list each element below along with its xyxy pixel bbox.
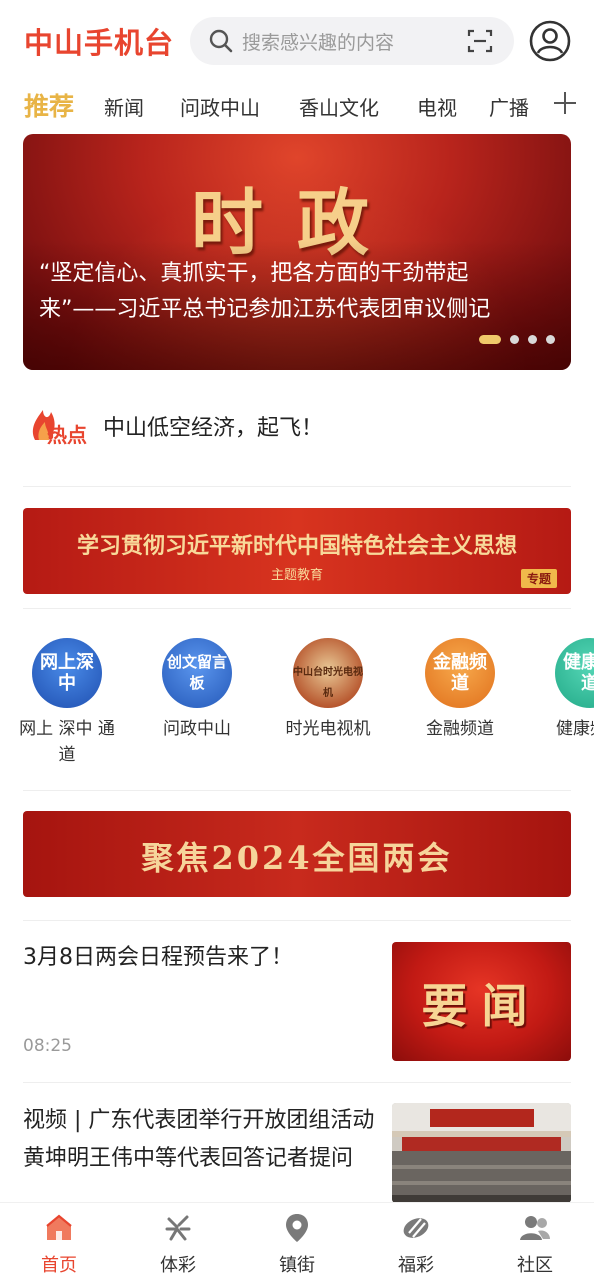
- nav-town-street[interactable]: 镇街: [247, 1211, 347, 1277]
- tab-radio[interactable]: 广播: [489, 92, 529, 121]
- retro-tv-icon: 中山台时光电视机: [293, 638, 363, 708]
- nav-label: 福彩: [398, 1255, 434, 1276]
- study-banner-title: 学习贯彻习近平新时代中国特色社会主义思想: [76, 533, 517, 559]
- news-thumbnail: 要闻: [392, 942, 571, 1061]
- carousel-dot: [510, 335, 519, 344]
- nav-sports-lottery[interactable]: 体彩: [128, 1211, 228, 1277]
- divider: [23, 790, 571, 791]
- carousel-indicator: [479, 335, 555, 344]
- channel-icon-text: 网上深中: [40, 652, 94, 694]
- tab-xiangshan-culture[interactable]: 香山文化: [299, 92, 379, 121]
- divider: [23, 1082, 571, 1083]
- add-tab-icon[interactable]: [552, 88, 578, 118]
- nav-home[interactable]: 首页: [9, 1211, 109, 1277]
- news-title: 3月8日两会日程预告来了！: [23, 945, 293, 970]
- app-title: 中山手机台: [24, 26, 175, 60]
- meeting-photo-thumbnail: [392, 1103, 571, 1203]
- nav-community[interactable]: 社区: [485, 1211, 585, 1277]
- news-title: 视频 | 广东代表团举行开放团组活动 黄坤明王伟中等代表回答记者提问: [23, 1108, 375, 1171]
- search-placeholder: 搜索感兴趣的内容: [242, 31, 395, 54]
- community-icon: [520, 1216, 550, 1240]
- nav-label: 体彩: [160, 1255, 196, 1276]
- study-theme-banner[interactable]: 学习贯彻习近平新时代中国特色社会主义思想 主题教育 专题: [23, 508, 571, 594]
- user-icon[interactable]: [529, 20, 571, 62]
- hero-banner[interactable]: 时政 “坚定信心、真抓实干，把各方面的干劲带起来”——习近平总书记参加江苏代表团…: [23, 134, 571, 370]
- sports-lottery-icon: [165, 1215, 191, 1241]
- finance-icon: 金融频道: [425, 638, 495, 708]
- hot-badge-label: 热点: [47, 423, 87, 447]
- search-icon: [209, 29, 233, 53]
- carousel-dot: [546, 335, 555, 344]
- tab-tv[interactable]: 电视: [417, 92, 457, 121]
- divider: [23, 608, 571, 609]
- home-icon: [46, 1214, 72, 1240]
- channel-wenzheng[interactable]: 创文留言板 问政中山: [142, 632, 252, 742]
- message-board-icon: 创文留言板: [162, 638, 232, 708]
- channel-label: 金融频道: [426, 719, 494, 739]
- health-icon: 健康频道: [555, 638, 594, 708]
- tab-wenzheng[interactable]: 问政中山: [180, 92, 260, 121]
- news-item[interactable]: 视频 | 广东代表团举行开放团组活动 黄坤明王伟中等代表回答记者提问: [23, 1102, 571, 1203]
- nav-welfare-lottery[interactable]: 福彩: [366, 1211, 466, 1277]
- channel-label: 时光电视机: [285, 719, 371, 739]
- category-tabs: 推荐 新闻 问政中山 香山文化 电视 广播: [0, 84, 594, 128]
- channel-time-tv[interactable]: 中山台时光电视机 时光电视机: [273, 632, 383, 742]
- news-item[interactable]: 3月8日两会日程预告来了！ 08:25 要闻: [23, 940, 571, 1062]
- news-time: 08:25: [23, 1036, 72, 1056]
- tab-news[interactable]: 新闻: [104, 92, 144, 121]
- search-bar[interactable]: 搜索感兴趣的内容: [190, 17, 514, 65]
- two-sessions-title: 聚焦2024全国两会: [141, 839, 453, 877]
- hot-news-title: 中山低空经济，起飞！: [103, 416, 324, 441]
- location-pin-icon: [286, 1214, 308, 1242]
- divider: [23, 920, 571, 921]
- wangshang-shenzhong-icon: 网上深中: [32, 638, 102, 708]
- study-banner-subtitle: 主题教育: [270, 568, 323, 583]
- channel-health[interactable]: 健康频道 健康频: [535, 632, 594, 742]
- channel-label: 网上 深中 通道: [19, 719, 115, 765]
- channel-finance[interactable]: 金融频道 金融频道: [405, 632, 515, 742]
- two-sessions-banner[interactable]: 聚焦2024全国两会: [23, 811, 571, 897]
- hot-badge-icon: 热点: [32, 410, 87, 447]
- scan-icon[interactable]: [466, 27, 494, 55]
- channel-label: 问政中山: [163, 719, 231, 739]
- channel-icon-text: 健康频道: [563, 652, 594, 694]
- channel-icon-text: 创文留言板: [166, 653, 227, 692]
- nav-label: 镇街: [279, 1255, 315, 1276]
- special-topic-tag: 专题: [520, 569, 557, 588]
- welfare-lottery-icon: [403, 1218, 429, 1238]
- nav-label: 社区: [517, 1255, 553, 1276]
- channel-wangshang-shenzhong[interactable]: 网上深中 网上 深中 通道: [12, 632, 122, 768]
- header: 中山手机台 搜索感兴趣的内容: [0, 0, 594, 82]
- channel-shortcuts: 网上深中 网上 深中 通道 创文留言板 问政中山 中山台时光电视机 时光电视机 …: [0, 632, 594, 782]
- channel-icon-text: 金融频道: [433, 652, 487, 694]
- thumbnail-text: 要闻: [421, 979, 542, 1033]
- hero-caption: “坚定信心、真抓实干，把各方面的干劲带起来”——习近平总书记参加江苏代表团审议侧…: [39, 261, 491, 322]
- divider: [23, 486, 571, 487]
- nav-label: 首页: [41, 1255, 77, 1276]
- channel-icon-text: 中山台时光电视机: [293, 667, 363, 699]
- tab-recommend[interactable]: 推荐: [24, 87, 74, 123]
- carousel-dot: [528, 335, 537, 344]
- hot-news-item[interactable]: 热点 中山低空经济，起飞！: [23, 398, 571, 456]
- carousel-dot-active: [479, 335, 501, 344]
- channel-label: 健康频: [556, 719, 594, 739]
- bottom-navigation: 首页 体彩 镇街 福彩 社区: [0, 1202, 594, 1280]
